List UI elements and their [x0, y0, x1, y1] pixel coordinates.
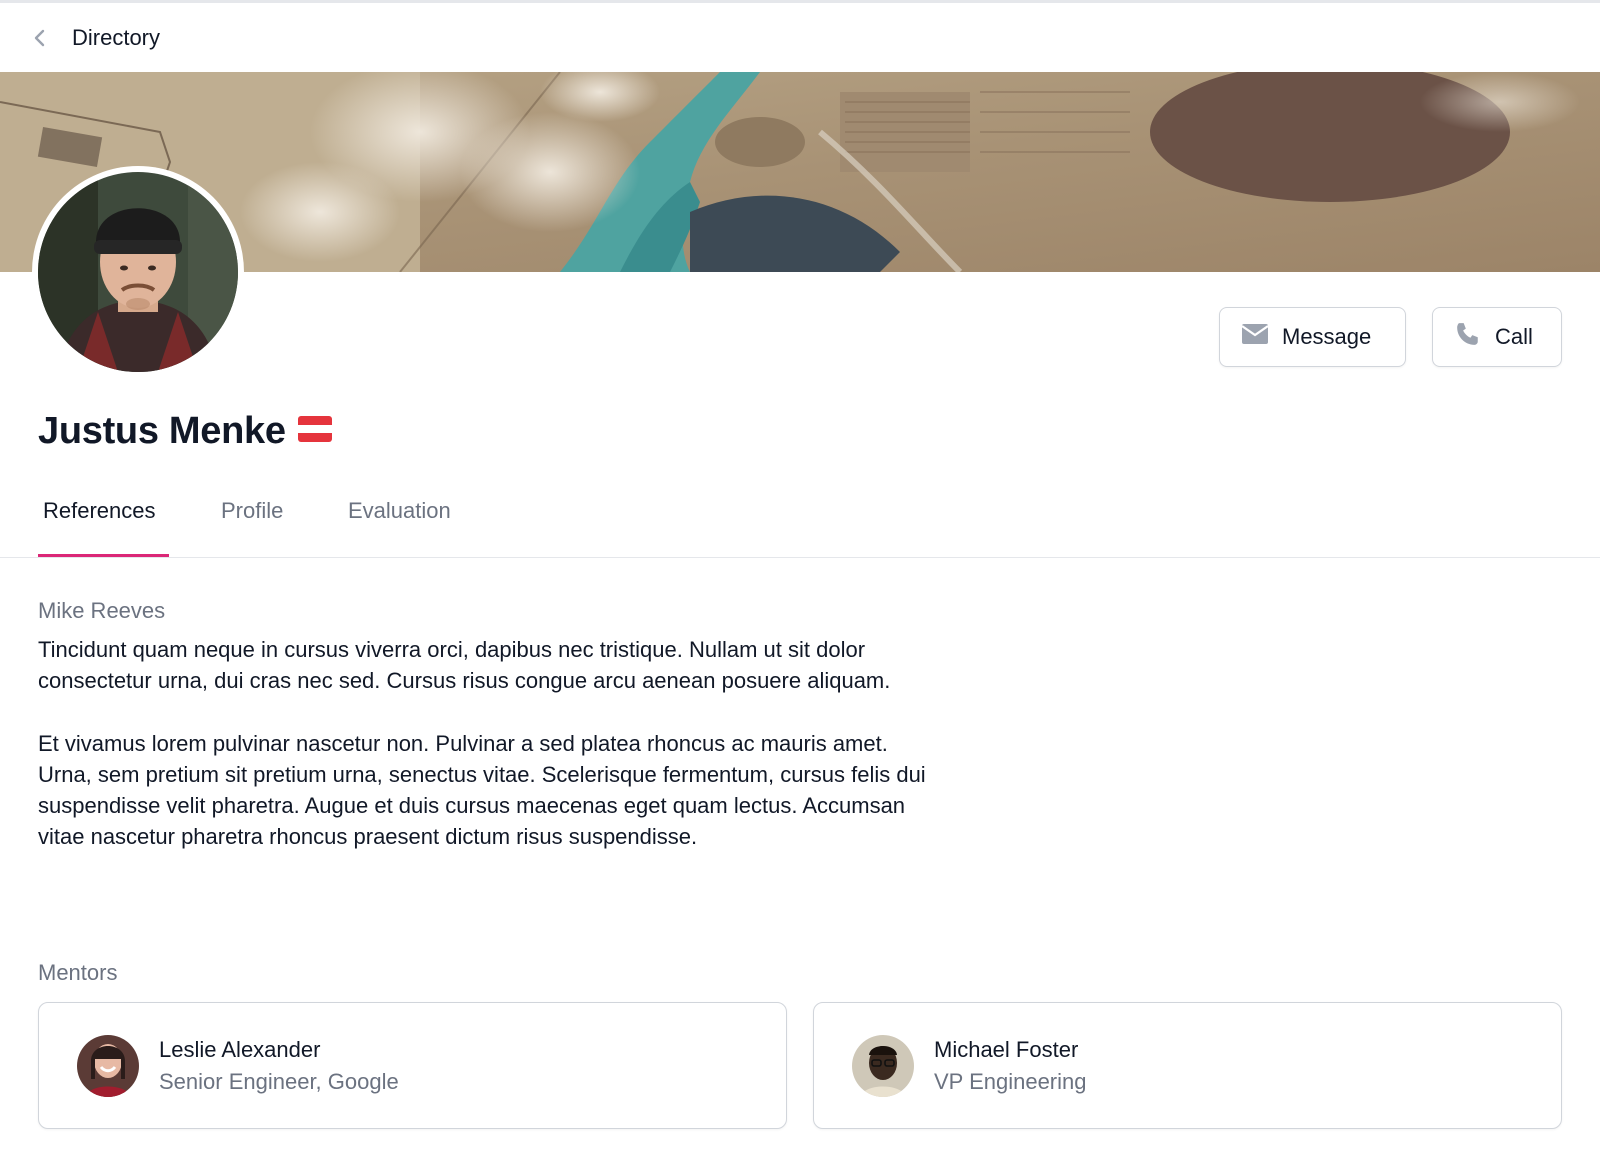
- tab-profile[interactable]: Profile: [221, 498, 283, 558]
- mentor-card[interactable]: Michael Foster VP Engineering: [813, 1002, 1562, 1129]
- profile-tabs: References Profile Evaluation: [0, 480, 1600, 558]
- mentor-avatar: [77, 1035, 139, 1097]
- message-button[interactable]: Message: [1219, 307, 1406, 367]
- reference-paragraph: Tincidunt quam neque in cursus viverra o…: [38, 637, 891, 694]
- tab-evaluation[interactable]: Evaluation: [348, 498, 451, 558]
- mentor-avatar: [852, 1035, 914, 1097]
- reference-text: Tincidunt quam neque in cursus viverra o…: [38, 634, 938, 853]
- phone-icon: [1455, 321, 1481, 353]
- mentor-name: Leslie Alexander: [159, 1037, 321, 1062]
- profile-name: Justus Menke: [38, 410, 286, 452]
- top-divider: [0, 0, 1600, 3]
- reference-paragraph: Et vivamus lorem pulvinar nascetur non. …: [38, 730, 926, 850]
- flag-icon: [297, 416, 332, 447]
- mentor-role: VP Engineering: [934, 1069, 1087, 1094]
- profile-avatar: [32, 166, 244, 378]
- mentor-card[interactable]: Leslie Alexander Senior Engineer, Google: [38, 1002, 787, 1129]
- call-button-label: Call: [1495, 324, 1533, 349]
- tab-references[interactable]: References: [43, 498, 156, 558]
- mentor-role: Senior Engineer, Google: [159, 1069, 399, 1094]
- reference-author: Mike Reeves: [38, 598, 166, 623]
- message-button-label: Message: [1282, 324, 1372, 349]
- breadcrumb-back[interactable]: Directory: [30, 20, 160, 56]
- chevron-left-icon: [30, 28, 50, 48]
- mentor-name: Michael Foster: [934, 1037, 1079, 1062]
- mentors-heading: Mentors: [38, 960, 118, 985]
- breadcrumb-label[interactable]: Directory: [72, 25, 160, 51]
- cover-image: [0, 72, 1600, 272]
- call-button[interactable]: Call: [1432, 307, 1562, 367]
- envelope-icon: [1241, 324, 1269, 350]
- active-tab-indicator: [38, 554, 169, 557]
